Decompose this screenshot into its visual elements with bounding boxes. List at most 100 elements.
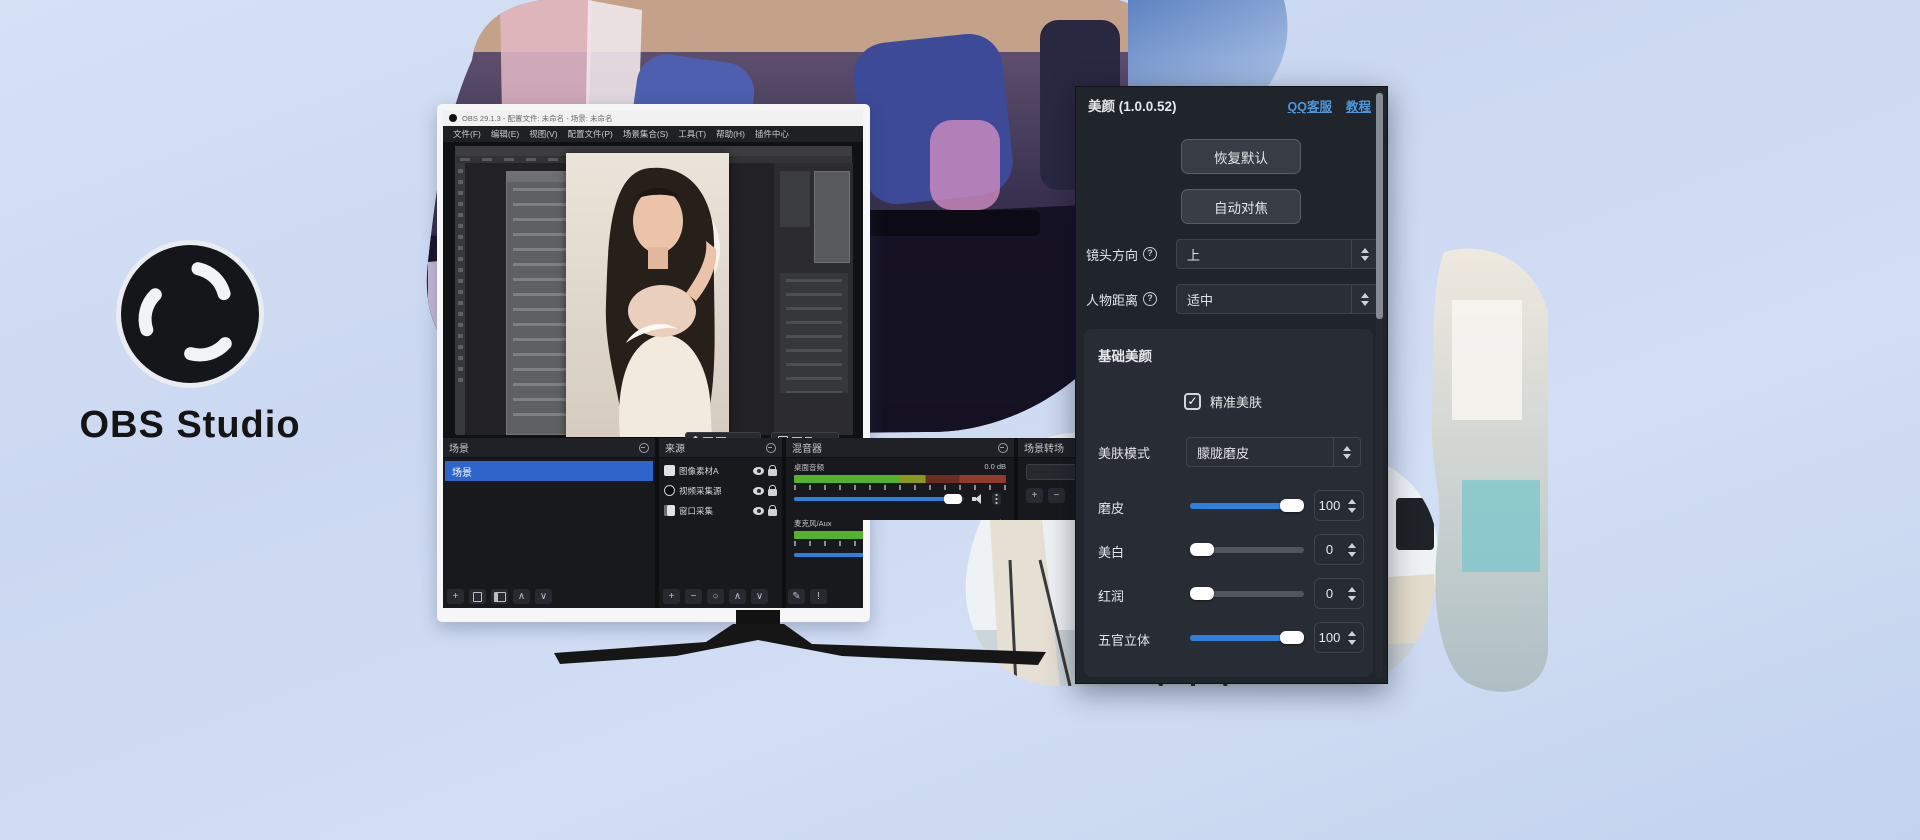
slider-value-spinner[interactable]: 0 [1314, 534, 1364, 565]
help-icon[interactable]: ? [1143, 292, 1157, 306]
slider-value: 100 [1315, 630, 1344, 645]
transitions-toolbar: + − [1026, 488, 1065, 503]
menu-item[interactable]: 编辑(E) [487, 128, 523, 140]
source-row[interactable]: 图像素材A [659, 461, 782, 480]
add-transition-button[interactable]: + [1026, 488, 1043, 503]
visibility-eye-icon[interactable] [753, 487, 764, 495]
face-3d-slider-row: 五官立体 100 [1098, 623, 1364, 653]
remove-transition-button[interactable]: − [1048, 488, 1065, 503]
scrollbar-thumb[interactable] [1376, 93, 1383, 319]
preview-toggle-chip[interactable] [685, 432, 761, 438]
precise-skin-label: 精准美肤 [1210, 392, 1262, 411]
scrollbar-track[interactable] [1376, 91, 1383, 679]
scenes-panel-header: 场景 [443, 438, 655, 458]
menu-item[interactable]: 工具(T) [674, 128, 710, 140]
remove-scene-button[interactable] [469, 589, 486, 604]
track-name: 麦克风/Aux [794, 518, 832, 529]
autofocus-button[interactable]: 自动对焦 [1181, 189, 1301, 224]
move-up-button[interactable]: ∧ [729, 589, 746, 604]
slider-value: 100 [1315, 498, 1344, 513]
sources-panel-header: 来源 [659, 438, 782, 458]
menu-item[interactable]: 场景集合(S) [619, 128, 672, 140]
track-db: 0.0 dB [984, 462, 1006, 473]
precise-skin-checkbox[interactable] [1184, 393, 1201, 410]
photoshop-right-panels [774, 163, 853, 435]
lens-direction-select[interactable]: 上 [1176, 239, 1379, 269]
chevron-up-icon [1361, 293, 1369, 298]
source-row[interactable]: 视频采集源 [659, 481, 782, 500]
lock-icon[interactable] [768, 509, 777, 516]
slider-value-spinner[interactable]: 100 [1314, 490, 1364, 521]
beauty-plugin-panel: 美颜 (1.0.0.52) QQ客服 教程 恢复默认 自动对焦 镜头方向 ? 上… [1075, 86, 1388, 684]
select-spinner[interactable] [1333, 438, 1360, 466]
select-spinner[interactable] [1351, 285, 1378, 313]
track-options-button[interactable] [992, 493, 1001, 505]
panel-menu-icon[interactable] [639, 443, 649, 453]
remove-source-button[interactable]: − [685, 589, 702, 604]
move-down-button[interactable]: ∨ [535, 589, 552, 604]
slider-label: 美白 [1098, 542, 1124, 561]
sources-title: 来源 [665, 440, 685, 455]
transitions-title: 场景转场 [1024, 440, 1064, 455]
panel-menu-icon[interactable] [998, 443, 1008, 453]
menu-item[interactable]: 配置文件(P) [564, 128, 617, 140]
slider-handle[interactable] [1190, 543, 1214, 556]
slider-track[interactable] [1190, 547, 1304, 553]
obs-logo-icon [114, 238, 266, 390]
filters-button[interactable] [491, 589, 508, 604]
layout-toggle-chip[interactable] [771, 432, 839, 438]
chip-text-bars [703, 437, 729, 438]
qq-support-link[interactable]: QQ客服 [1288, 96, 1332, 115]
menu-item[interactable]: 文件(F) [449, 128, 485, 140]
move-down-button[interactable]: ∨ [751, 589, 768, 604]
person-distance-select[interactable]: 适中 [1176, 284, 1379, 314]
blue-blob-corner [1128, 0, 1287, 86]
obs-titlebar-logo-icon [449, 114, 457, 122]
obs-window-title: OBS 29.1.3 - 配置文件: 未命名 - 场景: 未命名 [462, 113, 612, 124]
add-source-button[interactable]: + [663, 589, 680, 604]
skin-mode-select[interactable]: 朦胧磨皮 [1186, 437, 1361, 467]
chevron-up-icon [1343, 446, 1351, 451]
source-name: 图像素材A [679, 465, 749, 477]
slider-value-spinner[interactable]: 0 [1314, 578, 1364, 609]
add-scene-button[interactable]: + [447, 589, 464, 604]
visibility-eye-icon[interactable] [753, 467, 764, 475]
section-title: 基础美颜 [1098, 345, 1152, 365]
restore-defaults-button[interactable]: 恢复默认 [1181, 139, 1301, 174]
menu-item[interactable]: 视图(V) [525, 128, 561, 140]
menu-item[interactable]: 帮助(H) [712, 128, 749, 140]
slider-handle[interactable] [1190, 587, 1214, 600]
mixer-more-button[interactable]: ! [810, 589, 827, 604]
volume-slider[interactable] [794, 493, 1006, 505]
source-properties-button[interactable]: ○ [707, 589, 724, 604]
slider-value-spinner[interactable]: 100 [1314, 622, 1364, 653]
slider-track[interactable] [1190, 635, 1304, 641]
beauty-panel-title: 美颜 (1.0.0.52) [1088, 95, 1177, 115]
slider-handle[interactable] [1280, 631, 1304, 644]
mixer-config-button[interactable]: ✎ [788, 589, 805, 604]
image-source-icon [664, 465, 675, 476]
slider-track[interactable] [1190, 591, 1304, 597]
move-up-button[interactable]: ∧ [513, 589, 530, 604]
select-spinner[interactable] [1351, 240, 1378, 268]
slider-track[interactable] [1190, 503, 1304, 509]
help-icon[interactable]: ? [1143, 247, 1157, 261]
lock-icon[interactable] [768, 469, 777, 476]
mixer-panel-header: 混音器 [786, 438, 1014, 458]
lock-icon[interactable] [768, 489, 777, 496]
scene-name: 场景 [452, 464, 472, 479]
stage: OBS Studio OBS 29.1.3 - 配置文件: 未命名 - 场景: … [0, 0, 1920, 840]
panel-menu-icon[interactable] [766, 443, 776, 453]
speaker-icon[interactable] [972, 494, 984, 504]
tutorial-link[interactable]: 教程 [1346, 96, 1371, 115]
scene-list-item-selected[interactable]: 场景 [445, 461, 653, 481]
visibility-eye-icon[interactable] [753, 507, 764, 515]
photoshop-toolbar [456, 163, 465, 435]
window-icon [778, 436, 788, 438]
obs-menu-bar: 文件(F)编辑(E)视图(V)配置文件(P)场景集合(S)工具(T)帮助(H)插… [443, 126, 863, 142]
slider-handle[interactable] [1280, 499, 1304, 512]
volume-slider-handle[interactable] [944, 494, 962, 504]
source-row[interactable]: 窗口采集 [659, 501, 782, 520]
menu-item[interactable]: 插件中心 [751, 128, 793, 140]
volume-meter [794, 475, 1006, 483]
